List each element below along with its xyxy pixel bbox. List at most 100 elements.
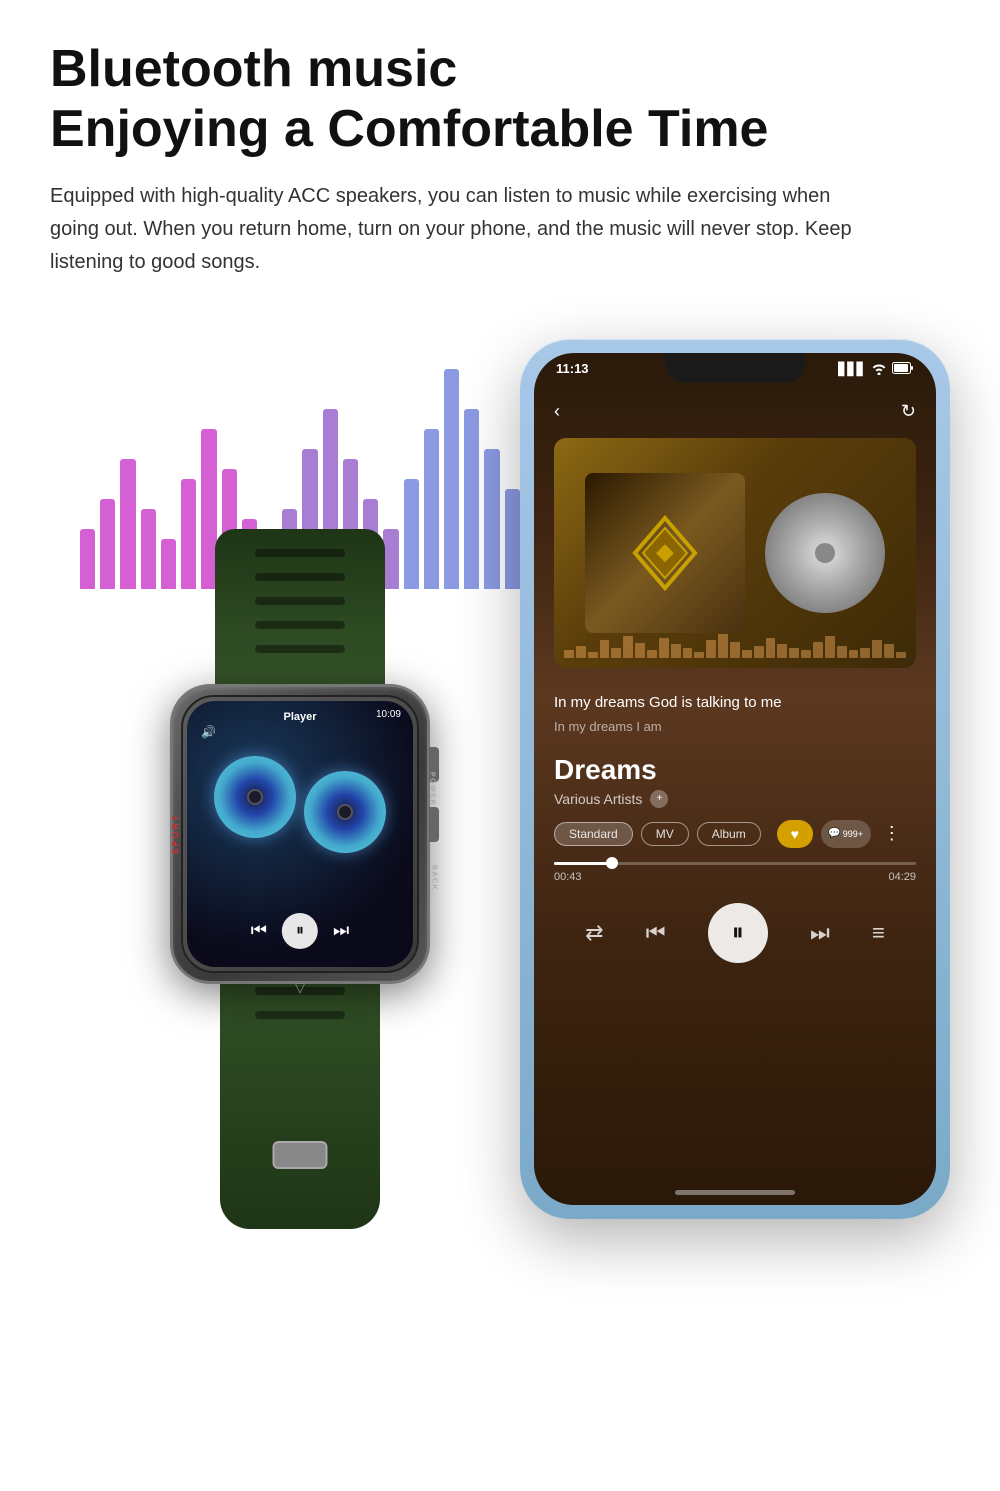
strap-hole [255,621,345,629]
phone-content: ‹ ↻ ◆ [534,353,936,1205]
watch-label-back: BACK [430,865,437,891]
progress-times: 00:43 04:29 [554,871,916,883]
waveform-segment [801,650,811,658]
waveform-segment [849,650,859,658]
signal-icon: ▋▋▋ [838,362,866,376]
strap-hole [255,645,345,653]
watch-screen: Player 10:09 🔊 [187,701,413,967]
disc-center-2 [337,804,353,820]
lyrics-section: In my dreams God is talking to me In my … [534,676,936,742]
next-button[interactable]: ⏭ [810,920,830,946]
waveform-segment [659,638,669,658]
waveform-segment [694,652,704,658]
tag-mv[interactable]: MV [641,822,689,846]
lyrics-sub: In my dreams I am [554,719,916,734]
album-art: ◆ [554,438,916,668]
strap-hole [255,549,345,557]
shuffle-button[interactable]: ⇄ [585,920,603,946]
watch-back-button[interactable] [429,807,439,842]
watch-play-button[interactable]: ⏸ [282,913,318,949]
watch-prev-button[interactable]: ⏮ [251,920,267,941]
album-art-disc [765,493,885,613]
phone-top-bar: ‹ ↻ [534,393,936,430]
watch-next-button[interactable]: ⏭ [333,920,349,941]
svg-text:◆: ◆ [656,539,675,564]
phone-body: 11:13 ▋▋▋ [520,339,950,1219]
followed-badge[interactable]: + [650,790,668,808]
phone-status-bar: 11:13 ▋▋▋ [534,361,936,378]
status-right-icons: ▋▋▋ [838,361,914,378]
waveform-segment [564,650,574,658]
strap-hole [255,1011,345,1019]
watch-controls: ⏮ ⏸ ⏭ [251,913,349,949]
phone: 11:13 ▋▋▋ [520,339,950,1219]
waveform-segment [576,646,586,658]
phone-time: 11:13 [556,361,589,378]
page-container: Bluetooth music Enjoying a Comfortable T… [0,0,1000,1491]
waveform-segment [754,646,764,658]
heart-button[interactable]: ♥ [777,820,813,848]
description-text: Equipped with high-quality ACC speakers,… [50,180,870,279]
waveform-segment [789,648,799,658]
watch-time: 10:09 [376,709,401,720]
waveform-segment [825,636,835,658]
more-options-button[interactable]: ⋮ [883,823,901,844]
total-time: 04:29 [888,871,916,883]
main-title: Bluetooth music Enjoying a Comfortable T… [50,40,950,160]
refresh-icon[interactable]: ↻ [901,401,916,422]
watch-player-label: Player [283,711,316,723]
waveform-segment [837,646,847,658]
progress-bar[interactable] [554,862,916,865]
watch-case-inner: Player 10:09 🔊 [181,695,419,973]
waveform-segment [718,634,728,658]
watch-volume-icon: 🔊 [201,725,216,739]
waveform-segment [884,644,894,658]
title-line2: Enjoying a Comfortable Time [50,100,768,158]
watch-disc-2 [304,771,386,853]
watch-disc-area [210,741,390,871]
artist-name: Various Artists [554,791,642,807]
watch-nav-down: ▽ [295,979,306,996]
current-time: 00:43 [554,871,582,883]
waveform-segment [777,644,787,658]
watch-body: SPORT POWER BACK Player 10:09 🔊 [170,684,430,984]
progress-dot[interactable] [606,857,618,869]
comment-icon: 💬 [828,828,840,839]
waveform-segment [683,648,693,658]
waveform-segment [600,640,610,658]
wifi-icon [871,361,887,378]
playlist-button[interactable]: ≡ [872,920,885,946]
waveform-segment [860,648,870,658]
waveform [564,628,906,658]
album-art-left: ◆ [585,473,745,633]
strap-holes-top [255,549,345,653]
waveform-segment [647,650,657,658]
back-chevron-icon[interactable]: ‹ [554,401,560,422]
waveform-segment [813,642,823,658]
watch-buckle [273,1141,328,1169]
waveform-segment [896,652,906,658]
prev-button[interactable]: ⏮ [646,920,666,946]
visual-section: SPORT POWER BACK Player 10:09 🔊 [50,309,950,1259]
phone-screen: 11:13 ▋▋▋ [534,353,936,1205]
play-pause-button[interactable]: ⏸ [708,903,768,963]
waveform-segment [611,648,621,658]
song-title-section: Dreams Various Artists + [534,742,936,812]
watch-label-power: POWER [429,773,436,807]
waveform-segment [730,642,740,658]
tag-standard[interactable]: Standard [554,822,633,846]
comment-count: 999+ [843,829,863,839]
artist-row: Various Artists + [554,790,916,808]
watch-label-sport: SPORT [171,813,181,854]
battery-icon [892,362,914,377]
tag-album[interactable]: Album [697,822,761,846]
comment-button[interactable]: 💬 999+ [821,820,871,848]
header-section: Bluetooth music Enjoying a Comfortable T… [50,40,950,279]
title-line1: Bluetooth music [50,40,457,98]
strap-hole [255,573,345,581]
smartwatch: SPORT POWER BACK Player 10:09 🔊 [90,529,510,1229]
song-title: Dreams [554,754,916,786]
waveform-segment [742,650,752,658]
progress-section: 00:43 04:29 [534,856,936,889]
waveform-segment [706,640,716,658]
